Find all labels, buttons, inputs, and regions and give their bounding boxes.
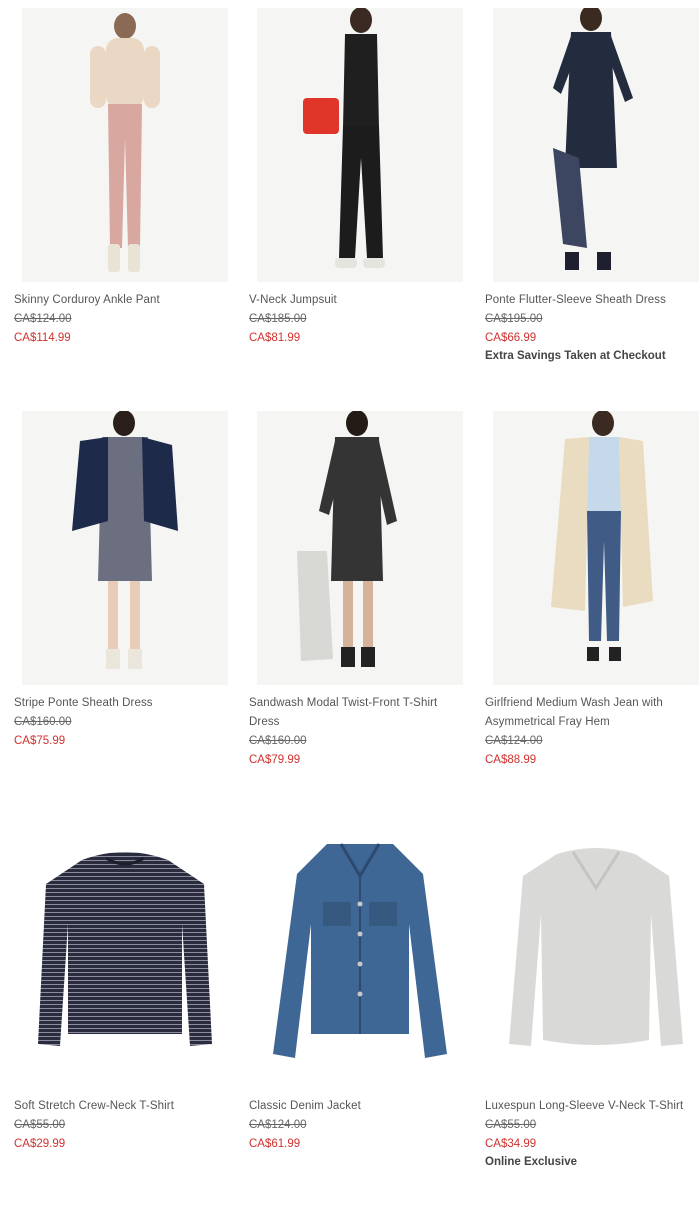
original-price: CA$55.00 [485, 1119, 537, 1131]
original-price: CA$195.00 [485, 313, 543, 325]
sale-price: CA$61.99 [249, 1138, 301, 1150]
sale-price: CA$81.99 [249, 332, 301, 344]
product-image[interactable] [22, 8, 228, 282]
sale-price: CA$66.99 [485, 332, 537, 344]
product-image[interactable] [493, 411, 699, 685]
product-image[interactable] [22, 814, 228, 1088]
original-price: CA$185.00 [249, 313, 307, 325]
original-price: CA$124.00 [249, 1119, 307, 1131]
product-name[interactable]: V-Neck Jumpsuit [249, 291, 463, 310]
product-image[interactable] [257, 8, 463, 282]
product-name[interactable]: Ponte Flutter-Sleeve Sheath Dress [485, 291, 699, 310]
original-price: CA$160.00 [14, 716, 72, 728]
sale-price: CA$79.99 [249, 754, 301, 766]
product-image[interactable] [257, 411, 463, 685]
product-name[interactable]: Classic Denim Jacket [249, 1097, 463, 1116]
promo-badge: Extra Savings Taken at Checkout [485, 350, 666, 362]
product-image[interactable] [22, 411, 228, 685]
original-price: CA$124.00 [485, 735, 543, 747]
original-price: CA$55.00 [14, 1119, 66, 1131]
product-name[interactable]: Girlfriend Medium Wash Jean with Asymmet… [485, 694, 699, 732]
promo-badge: Online Exclusive [485, 1156, 578, 1168]
product-image[interactable] [257, 814, 463, 1088]
product-name[interactable]: Stripe Ponte Sheath Dress [14, 694, 228, 713]
product-image[interactable] [493, 814, 699, 1088]
product-image[interactable] [493, 8, 699, 282]
product-name[interactable]: Luxespun Long-Sleeve V-Neck T-Shirt [485, 1097, 699, 1116]
sale-price: CA$114.99 [14, 332, 71, 344]
product-name[interactable]: Skinny Corduroy Ankle Pant [14, 291, 228, 310]
product-name[interactable]: Soft Stretch Crew-Neck T-Shirt [14, 1097, 228, 1116]
sale-price: CA$75.99 [14, 735, 66, 747]
original-price: CA$160.00 [249, 735, 307, 747]
product-name[interactable]: Sandwash Modal Twist-Front T-Shirt Dress [249, 694, 463, 732]
original-price: CA$124.00 [14, 313, 72, 325]
sale-price: CA$34.99 [485, 1138, 537, 1150]
sale-price: CA$29.99 [14, 1138, 66, 1150]
sale-price: CA$88.99 [485, 754, 537, 766]
